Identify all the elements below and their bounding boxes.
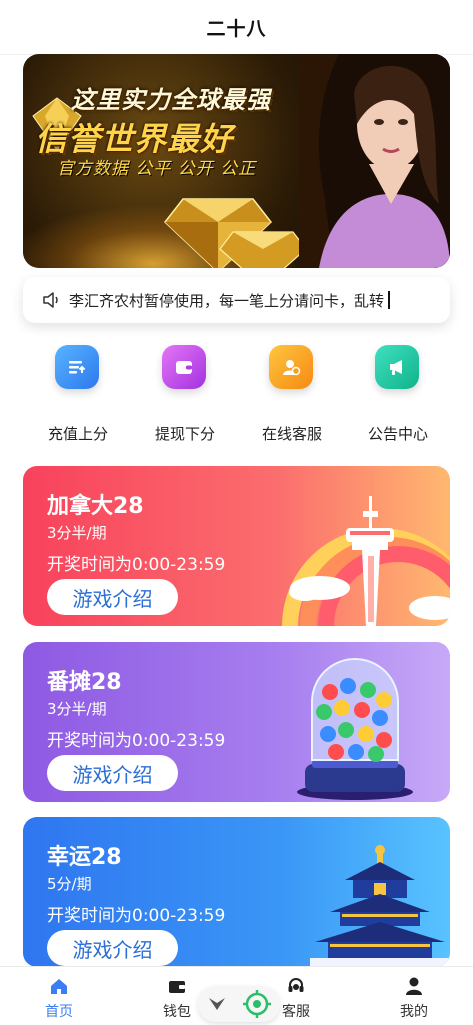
quick-action-label: 在线客服: [261, 425, 322, 443]
wallet-icon: [169, 981, 185, 993]
diamond-icon: [219, 231, 307, 268]
tower-illustration: [282, 496, 450, 626]
model-photo: [299, 54, 450, 268]
speaker-icon: [43, 292, 58, 308]
game-title: 幸运28: [47, 845, 122, 870]
game-period: 5分/期: [47, 875, 92, 893]
lottery-machine-illustration: [297, 658, 413, 800]
quick-action-label: 充值上分: [47, 425, 108, 443]
tab-label: 我的: [400, 1004, 428, 1020]
quick-actions: 充值上分 提现下分 在线客服 公告中心: [0, 340, 473, 450]
quick-action-withdraw[interactable]: 提现下分: [130, 340, 240, 450]
game-card-lucky28[interactable]: 幸运28 5分/期 开奖时间为0:00-23:59 游戏介绍: [23, 817, 450, 967]
promo-banner[interactable]: 这里实力全球最强 信誉世界最好 官方数据 公平 公开 公正: [23, 54, 450, 268]
home-icon: [51, 979, 67, 994]
tab-label: 首页: [45, 1004, 73, 1020]
quick-action-recharge[interactable]: 充值上分: [23, 340, 133, 450]
notice-text: 李汇齐农村暂停使用，每一笔上分请问卡，乱转: [69, 291, 385, 310]
user-icon: [406, 977, 422, 995]
temple-illustration: [310, 845, 450, 967]
game-title: 加拿大28: [47, 494, 144, 519]
megaphone-icon: [375, 345, 419, 389]
game-draw-time: 开奖时间为0:00-23:59: [47, 731, 226, 751]
quick-action-label: 公告中心: [367, 425, 428, 443]
text-cursor: [388, 291, 391, 309]
floating-toolbar[interactable]: [198, 986, 280, 1022]
game-card-fantan28[interactable]: 番摊28 3分半/期 开奖时间为0:00-23:59 游戏介绍: [23, 642, 450, 802]
game-title: 番摊28: [47, 670, 122, 695]
game-period: 3分半/期: [47, 700, 107, 718]
game-draw-time: 开奖时间为0:00-23:59: [47, 906, 226, 926]
page-title: 二十八: [206, 17, 267, 40]
headset-icon: [288, 978, 304, 992]
app-header: 二十八: [0, 0, 473, 55]
game-intro-button[interactable]: 游戏介绍: [47, 930, 178, 966]
quick-action-service[interactable]: 在线客服: [237, 340, 347, 450]
game-period: 3分半/期: [47, 524, 107, 542]
game-intro-button[interactable]: 游戏介绍: [47, 755, 178, 791]
tab-home[interactable]: 首页: [12, 967, 106, 1025]
notice-bar[interactable]: 李汇齐农村暂停使用，每一笔上分请问卡，乱转: [23, 277, 450, 323]
banner-subtitle: 官方数据 公平 公开 公正: [57, 159, 257, 179]
game-card-canada28[interactable]: 加拿大28 3分半/期 开奖时间为0:00-23:59 游戏介绍: [23, 466, 450, 626]
game-draw-time: 开奖时间为0:00-23:59: [47, 555, 226, 575]
recharge-icon: [55, 345, 99, 389]
quick-action-announcements[interactable]: 公告中心: [343, 340, 453, 450]
customer-service-icon: [269, 345, 313, 389]
wallet-icon: [162, 345, 206, 389]
chevron-down-icon[interactable]: [206, 995, 228, 1013]
tab-profile[interactable]: 我的: [367, 967, 461, 1025]
game-intro-button[interactable]: 游戏介绍: [47, 579, 178, 615]
quick-action-label: 提现下分: [154, 425, 215, 443]
locate-target-icon[interactable]: [242, 989, 272, 1019]
banner-headline: 这里实力全球最强: [71, 85, 271, 114]
